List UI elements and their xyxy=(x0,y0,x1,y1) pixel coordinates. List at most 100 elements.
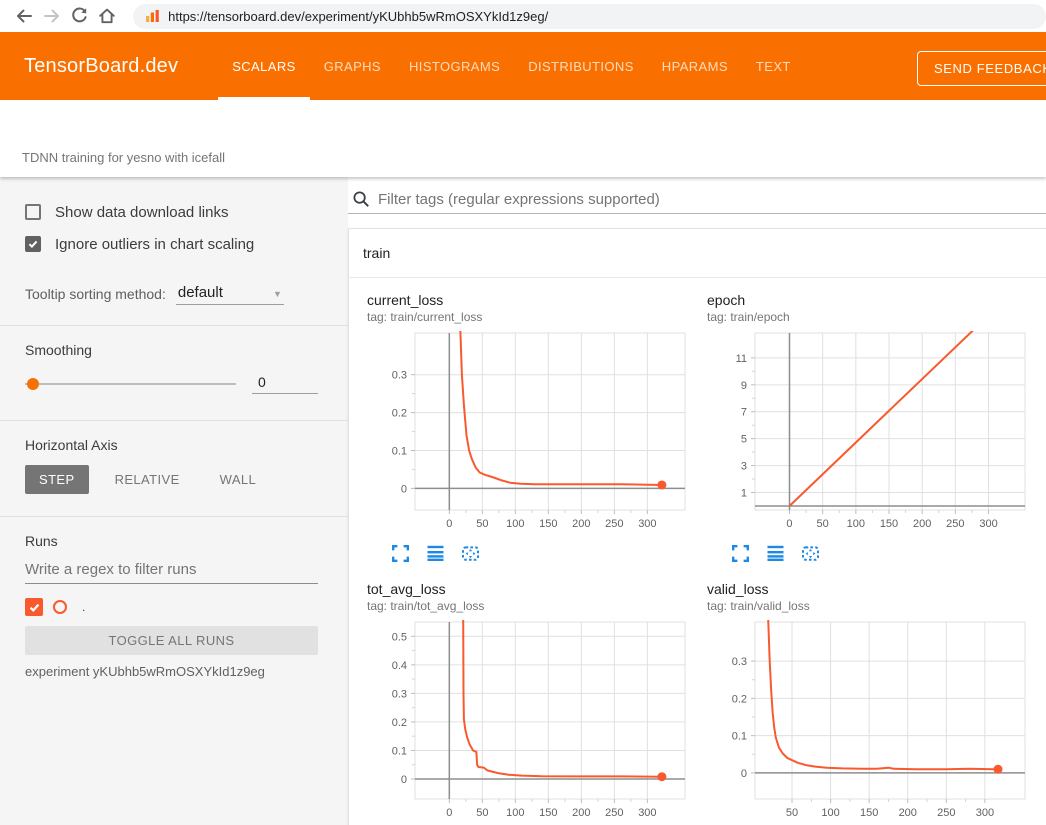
back-icon[interactable] xyxy=(10,2,38,30)
svg-text:150: 150 xyxy=(880,518,898,530)
svg-text:200: 200 xyxy=(899,807,917,819)
chevron-down-icon: ▼ xyxy=(273,289,282,301)
svg-text:100: 100 xyxy=(847,518,865,530)
chart-toolbar xyxy=(391,543,689,563)
svg-text:0.1: 0.1 xyxy=(392,445,407,457)
tooltip-sorting-row: Tooltip sorting method: default ▼ xyxy=(25,279,318,305)
scalar-line-chart[interactable]: 0501001502002503001357911 xyxy=(707,328,1031,534)
smoothing-slider-row: 0 xyxy=(25,374,318,394)
forward-icon[interactable] xyxy=(38,2,66,30)
log-scale-icon[interactable] xyxy=(426,544,445,563)
chart-plot-wrap: 05010015020025030000.10.20.3 xyxy=(367,328,689,539)
chart-card: tot_avg_loss tag: train/tot_avg_loss 0 50… xyxy=(349,567,689,825)
svg-text:150: 150 xyxy=(539,518,557,530)
app-logo: TensorBoard.dev xyxy=(24,32,178,100)
tag-group-header[interactable]: train xyxy=(349,229,1046,278)
svg-text:200: 200 xyxy=(913,518,931,530)
runs-filter-input[interactable] xyxy=(25,561,318,578)
chart-tag: tag: train/current_loss xyxy=(367,310,689,324)
browser-toolbar: https://tensorboard.dev/experiment/yKUbh… xyxy=(0,0,1046,32)
scalar-line-chart[interactable]: 05010015020025030000.10.20.3 xyxy=(367,328,691,534)
svg-text:100: 100 xyxy=(506,807,524,819)
settings-sidebar: Show data download links Ignore outliers… xyxy=(0,177,348,825)
ignore-outliers-checkbox[interactable] xyxy=(25,236,41,252)
tab-scalars[interactable]: SCALARS xyxy=(218,32,310,100)
tooltip-sorting-value: default xyxy=(178,284,223,301)
tab-graphs[interactable]: GRAPHS xyxy=(310,32,395,100)
svg-text:0.5: 0.5 xyxy=(392,631,407,643)
svg-text:50: 50 xyxy=(476,807,488,819)
expand-icon[interactable] xyxy=(391,544,410,563)
log-scale-icon[interactable] xyxy=(766,544,785,563)
sidebar-divider xyxy=(0,420,348,421)
home-icon[interactable] xyxy=(93,2,121,30)
send-feedback-button[interactable]: SEND FEEDBACK xyxy=(917,51,1046,86)
run-name: . xyxy=(82,600,85,614)
svg-text:0: 0 xyxy=(401,483,407,495)
svg-text:300: 300 xyxy=(979,518,997,530)
svg-text:0: 0 xyxy=(401,774,407,786)
axis-relative-button[interactable]: RELATIVE xyxy=(101,465,194,494)
show-download-links-checkbox[interactable] xyxy=(25,204,41,220)
sidebar-divider xyxy=(0,516,348,517)
svg-text:300: 300 xyxy=(638,807,656,819)
tag-group-card: train current_loss tag: train/current_lo… xyxy=(348,228,1046,825)
show-download-links-row: Show data download links xyxy=(25,199,318,225)
horizontal-axis-buttons: STEP RELATIVE WALL xyxy=(25,465,318,494)
tooltip-sorting-label: Tooltip sorting method: xyxy=(25,286,166,305)
smoothing-value-field[interactable]: 0 xyxy=(252,374,318,394)
experiment-bar: TDNN training for yesno with icefall xyxy=(0,100,1046,177)
svg-text:150: 150 xyxy=(539,807,557,819)
chart-plot-wrap: 05010015020025030000.10.20.30.40.5 xyxy=(367,617,689,825)
run-checkbox[interactable] xyxy=(25,598,43,616)
tab-text[interactable]: TEXT xyxy=(742,32,805,100)
chart-title: tot_avg_loss xyxy=(367,581,689,597)
svg-text:50: 50 xyxy=(476,518,488,530)
sidebar-divider xyxy=(0,325,348,326)
checkbox-label: Ignore outliers in chart scaling xyxy=(55,236,254,253)
chart-title: epoch xyxy=(707,292,1029,308)
chart-tag: tag: train/tot_avg_loss xyxy=(367,599,689,613)
experiment-id-label: experiment yKUbhb5wRmOSXYkId1z9eg xyxy=(25,664,318,679)
svg-text:0.4: 0.4 xyxy=(392,660,407,672)
smoothing-slider[interactable] xyxy=(25,383,236,385)
slider-thumb[interactable] xyxy=(27,378,39,390)
svg-text:0.3: 0.3 xyxy=(392,370,407,382)
svg-text:250: 250 xyxy=(946,518,964,530)
svg-text:0.3: 0.3 xyxy=(732,656,747,668)
fit-domain-icon[interactable] xyxy=(461,544,480,563)
tag-filter-input[interactable] xyxy=(378,191,1046,208)
tag-filter-row xyxy=(348,185,1046,214)
reload-icon[interactable] xyxy=(66,2,94,30)
axis-step-button[interactable]: STEP xyxy=(25,465,89,494)
tab-histograms[interactable]: HISTOGRAMS xyxy=(395,32,514,100)
toggle-all-runs-button[interactable]: TOGGLE ALL RUNS xyxy=(25,626,318,655)
svg-text:250: 250 xyxy=(605,807,623,819)
svg-text:0: 0 xyxy=(741,768,747,780)
axis-wall-button[interactable]: WALL xyxy=(206,465,271,494)
fit-domain-icon[interactable] xyxy=(801,544,820,563)
svg-text:0.2: 0.2 xyxy=(392,717,407,729)
svg-text:300: 300 xyxy=(976,807,994,819)
charts-grid: current_loss tag: train/current_loss 050… xyxy=(349,278,1046,825)
svg-text:100: 100 xyxy=(506,518,524,530)
tooltip-sorting-select[interactable]: default ▼ xyxy=(176,284,284,305)
svg-text:1: 1 xyxy=(741,488,747,500)
svg-text:3: 3 xyxy=(741,461,747,473)
chart-title: valid_loss xyxy=(707,581,1029,597)
scalar-line-chart[interactable]: 05010015020025030000.10.20.30.40.5 xyxy=(367,617,691,823)
svg-text:200: 200 xyxy=(572,807,590,819)
chart-toolbar xyxy=(731,543,1029,563)
tab-distributions[interactable]: DISTRIBUTIONS xyxy=(514,32,648,100)
address-bar[interactable]: https://tensorboard.dev/experiment/yKUbh… xyxy=(133,4,1046,29)
tab-hparams[interactable]: HPARAMS xyxy=(648,32,742,100)
svg-text:0: 0 xyxy=(446,518,452,530)
chart-card: current_loss tag: train/current_loss 050… xyxy=(349,278,689,567)
svg-text:7: 7 xyxy=(741,407,747,419)
tensorboard-favicon-icon xyxy=(145,9,160,24)
expand-icon[interactable] xyxy=(731,544,750,563)
chart-tag: tag: train/valid_loss xyxy=(707,599,1029,613)
chart-plot-wrap: 5010015020025030000.10.20.3 xyxy=(707,617,1029,825)
run-row: . xyxy=(25,597,318,617)
scalar-line-chart[interactable]: 5010015020025030000.10.20.3 xyxy=(707,617,1031,823)
